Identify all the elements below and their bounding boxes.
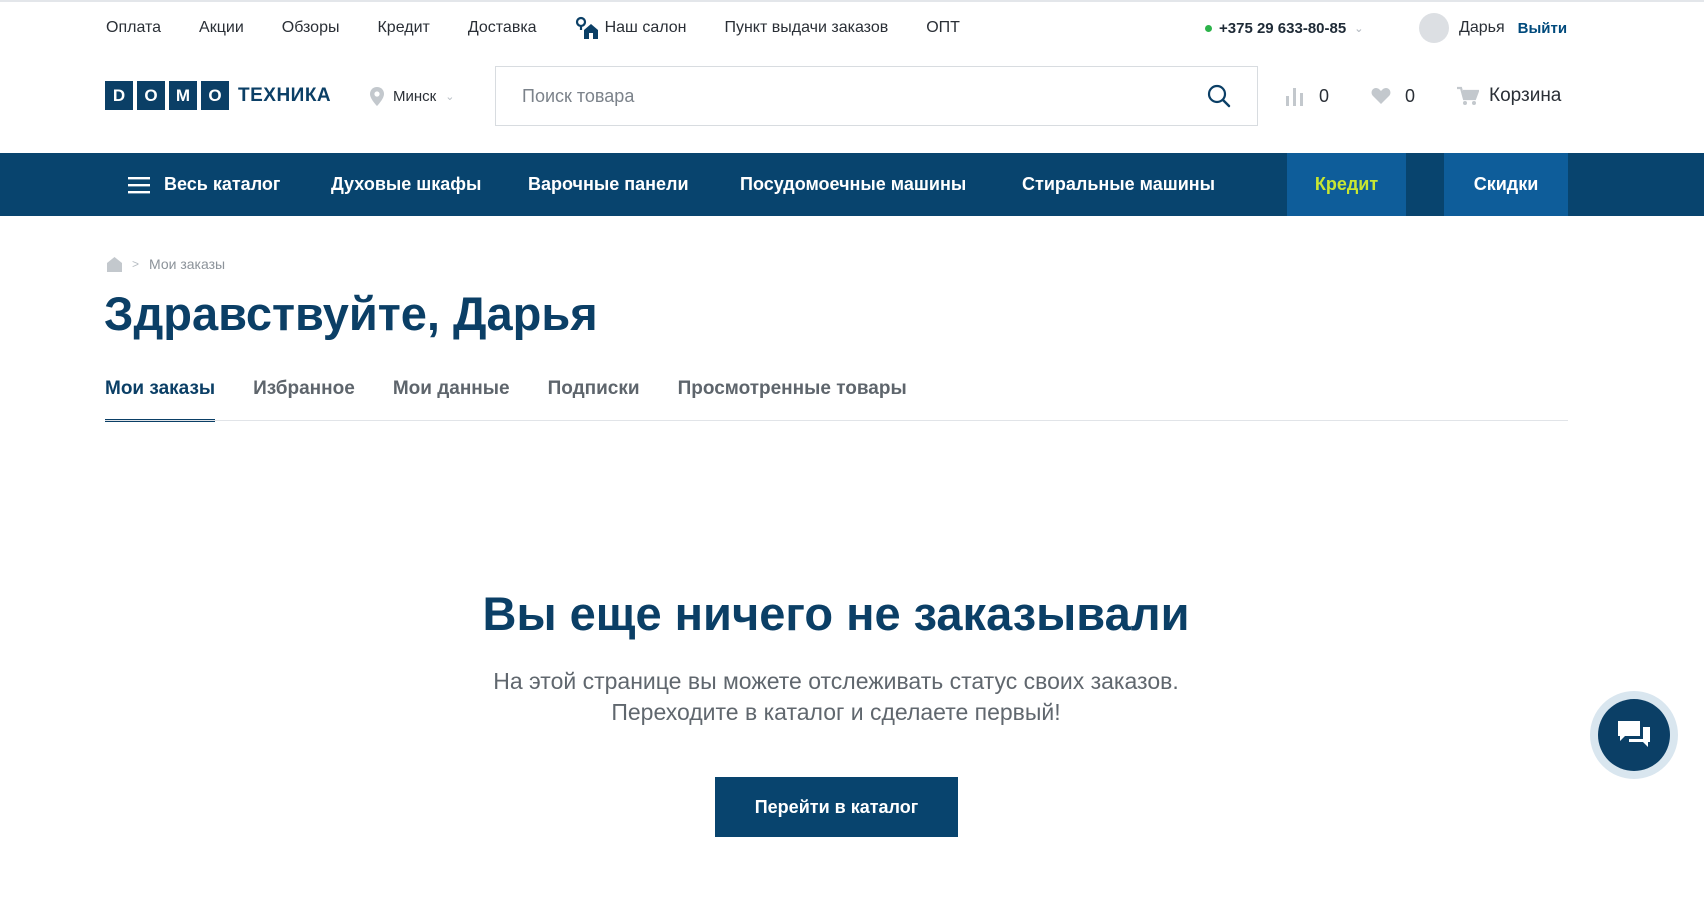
toplink-pickup-point[interactable]: Пункт выдачи заказов — [724, 19, 888, 37]
go-to-catalog-button[interactable]: Перейти в каталог — [715, 777, 958, 837]
favorites-count: 0 — [1405, 85, 1416, 106]
chevron-down-icon: ⌄ — [445, 90, 455, 103]
nav-catalog-label: Весь каталог — [164, 174, 281, 194]
phone-selector[interactable]: +375 29 633-80-85 ⌄ — [1205, 14, 1363, 42]
tab-orders[interactable]: Мои заказы — [105, 378, 216, 422]
cart-link[interactable]: Корзина — [1457, 82, 1561, 110]
nav-credit[interactable]: Кредит — [1287, 153, 1406, 216]
location-home-icon — [575, 16, 598, 39]
menu-icon — [128, 176, 150, 193]
chevron-down-icon: ⌄ — [1354, 22, 1364, 35]
empty-state-title: Вы еще ничего не заказывали — [482, 587, 1190, 640]
top-links: Оплата Акции Обзоры Кредит Доставка Наш … — [106, 14, 998, 42]
toplink-wholesale[interactable]: ОПТ — [926, 19, 960, 37]
compare-icon — [1286, 88, 1303, 106]
chat-icon — [1618, 721, 1650, 747]
favorites-counter[interactable]: 0 — [1371, 86, 1415, 107]
nav-catalog[interactable]: Весь каталог — [128, 153, 280, 216]
nav-sale[interactable]: Скидки — [1444, 153, 1568, 216]
toplink-payment[interactable]: Оплата — [106, 19, 161, 37]
tabs-divider — [105, 420, 1568, 421]
search-box[interactable]: Поиск товара — [495, 66, 1258, 126]
chat-widget[interactable] — [1590, 691, 1678, 779]
city-name: Минск — [393, 87, 437, 105]
toplink-reviews[interactable]: Обзоры — [282, 19, 340, 37]
logo-letter: M — [169, 81, 197, 110]
home-icon[interactable] — [107, 256, 122, 272]
cart-icon — [1457, 86, 1479, 105]
phone-number: +375 29 633-80-85 — [1219, 19, 1347, 37]
toplink-promotions[interactable]: Акции — [199, 19, 244, 37]
toplink-credit[interactable]: Кредит — [377, 19, 429, 37]
search-input[interactable]: Поиск товара — [522, 86, 1207, 107]
page-title: Здравствуйте, Дарья — [104, 287, 598, 340]
main-nav: Весь каталог Духовые шкафы Варочные пане… — [0, 153, 1704, 216]
empty-state-description: На этой странице вы можете отслеживать с… — [493, 668, 1179, 725]
toplink-salon[interactable]: Наш салон — [575, 16, 687, 40]
logout-link[interactable]: Выйти — [1518, 20, 1567, 37]
breadcrumb: > Мои заказы — [107, 254, 225, 274]
user-name[interactable]: Дарья — [1459, 19, 1505, 37]
compare-count: 0 — [1319, 85, 1330, 106]
chat-button[interactable] — [1598, 699, 1670, 771]
logo-letter: D — [105, 81, 133, 110]
nav-item-hobs[interactable]: Варочные панели — [528, 153, 689, 216]
map-pin-icon — [370, 86, 384, 106]
site-logo[interactable]: D O M O ТЕХНИКА — [105, 81, 331, 110]
logo-letter: O — [201, 81, 229, 110]
logo-letter: O — [137, 81, 165, 110]
user-block: Дарья Выйти — [1419, 13, 1567, 43]
tab-my-data[interactable]: Мои данные — [393, 378, 510, 422]
cart-label: Корзина — [1489, 85, 1562, 106]
tab-subscriptions[interactable]: Подписки — [548, 378, 640, 422]
avatar[interactable] — [1419, 13, 1449, 43]
account-tabs: Мои заказы Избранное Мои данные Подписки… — [105, 378, 945, 422]
compare-counter[interactable]: 0 — [1285, 86, 1329, 107]
top-border — [0, 0, 1704, 2]
logo-text: ТЕХНИКА — [238, 84, 332, 106]
tab-favorites[interactable]: Избранное — [253, 378, 355, 422]
online-indicator — [1205, 24, 1212, 32]
search-icon[interactable] — [1207, 84, 1231, 108]
heart-icon — [1371, 88, 1391, 104]
nav-item-ovens[interactable]: Духовые шкафы — [331, 153, 481, 216]
tab-viewed-products[interactable]: Просмотренные товары — [678, 378, 907, 422]
nav-item-washing-machines[interactable]: Стиральные машины — [1022, 153, 1215, 216]
nav-item-dishwashers[interactable]: Посудомоечные машины — [740, 153, 966, 216]
city-selector[interactable]: Минск ⌄ — [370, 82, 454, 110]
breadcrumb-separator: > — [132, 257, 140, 271]
header-counters: 0 0 — [1285, 82, 1457, 110]
toplink-delivery[interactable]: Доставка — [468, 19, 537, 37]
toplink-salon-label: Наш салон — [604, 19, 687, 36]
breadcrumb-current: Мои заказы — [149, 256, 226, 272]
